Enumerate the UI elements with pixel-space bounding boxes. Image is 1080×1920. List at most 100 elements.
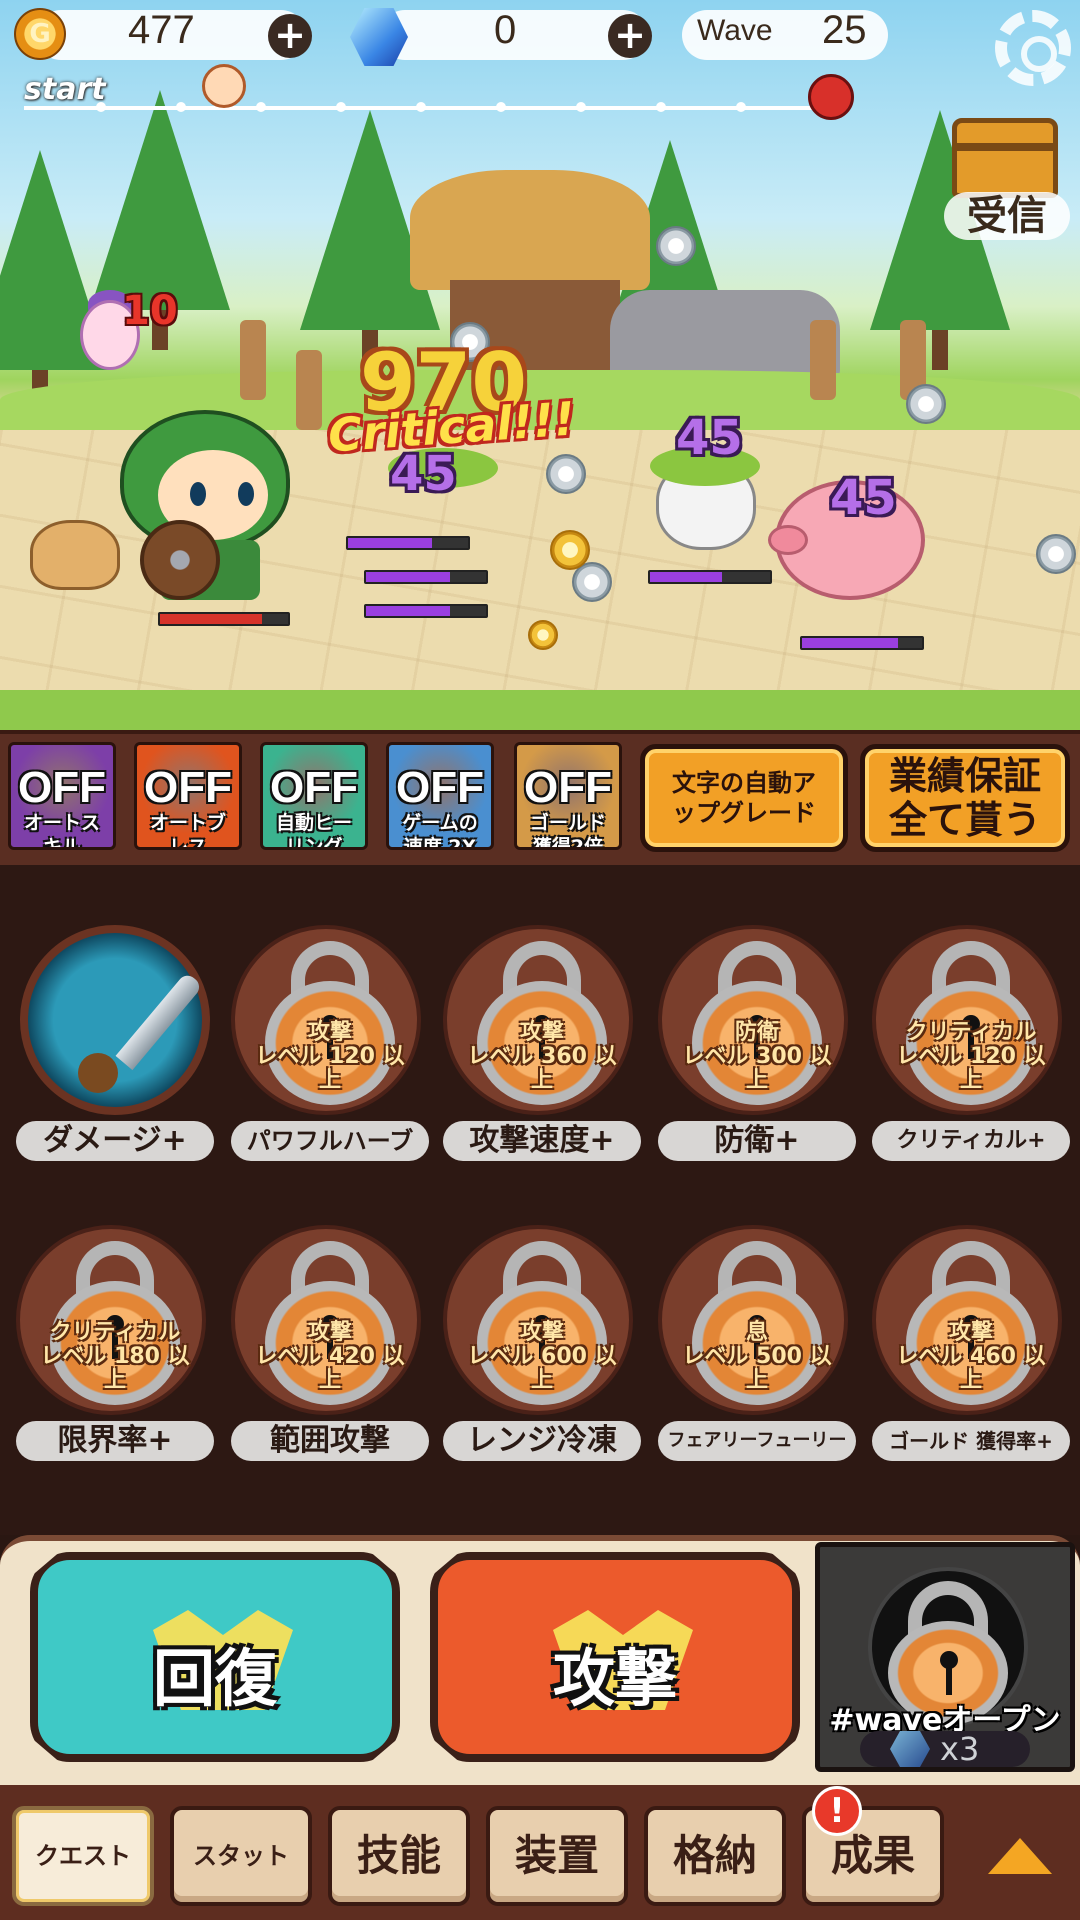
progress-dot bbox=[416, 102, 426, 112]
enemy-hp-bar bbox=[800, 636, 924, 650]
toggle-state: OFF bbox=[144, 763, 232, 812]
hero-shield bbox=[140, 520, 220, 600]
toggle-caption: オートブ レス bbox=[149, 812, 226, 850]
enemy-damage-number: 45 bbox=[676, 410, 743, 466]
auto-toggle-2[interactable]: OFF 自動ヒー リング bbox=[260, 742, 368, 850]
toggle-state: OFF bbox=[18, 763, 106, 812]
skill-label: ゴールド 獲得率+ bbox=[872, 1421, 1070, 1461]
gold-coin bbox=[528, 620, 558, 650]
gold-coin-icon: G bbox=[14, 8, 66, 60]
expand-up-arrow-icon[interactable] bbox=[988, 1838, 1052, 1874]
heal-button[interactable]: 回復 bbox=[30, 1552, 400, 1762]
progress-start-label: start bbox=[24, 72, 106, 107]
nav-tab-2[interactable]: 技能 bbox=[328, 1806, 470, 1906]
enemy-hp-bar bbox=[364, 570, 488, 584]
skill-unlock-requirement: 攻撃 レベル 360 以 上 bbox=[467, 1020, 617, 1093]
enemy-hp-fill bbox=[366, 572, 450, 582]
skill-label: レンジ冷凍 bbox=[443, 1421, 641, 1461]
rocks bbox=[610, 290, 840, 380]
battle-scene: 10 45 45 45 970 Critical!!! G 477 + 0 + … bbox=[0, 0, 1080, 730]
toggle-caption: 自動ヒー リング bbox=[275, 812, 352, 850]
progress-dot bbox=[176, 102, 186, 112]
add-gems-button[interactable]: + bbox=[608, 14, 652, 58]
auto-toggle-1[interactable]: OFF オートブ レス bbox=[134, 742, 242, 850]
auto-upgrade-button[interactable]: 文字の自動ア ップグレード bbox=[640, 744, 848, 852]
nav-tab-4[interactable]: 格納 bbox=[644, 1806, 786, 1906]
skill-label: フェアリーフューリー bbox=[658, 1421, 856, 1461]
auto-toggle-4[interactable]: OFF ゴールド 獲得2倍 bbox=[514, 742, 622, 850]
auto-toggle-0[interactable]: OFF オートス キル bbox=[8, 742, 116, 850]
gold-coin bbox=[550, 530, 590, 570]
toggle-state: OFF bbox=[270, 763, 358, 812]
skill-unlock-requirement: 防衛 レベル 300 以 上 bbox=[682, 1020, 832, 1093]
toggle-caption: ゲームの 速度 2X bbox=[402, 812, 478, 850]
fairy-damage-number: 10 bbox=[122, 288, 178, 334]
enemy-hp-bar bbox=[346, 536, 470, 550]
enemy-hp-fill bbox=[802, 638, 898, 648]
skill-locked-slot[interactable]: 防衛 レベル 300 以 上 bbox=[658, 925, 848, 1115]
enemy-hp-bar bbox=[364, 604, 488, 618]
progress-dot bbox=[496, 102, 506, 112]
nav-tab-1[interactable]: スタット bbox=[170, 1806, 312, 1906]
skill-label: クリティカル+ bbox=[872, 1121, 1070, 1161]
fence-post bbox=[810, 320, 836, 400]
skill-locked-slot[interactable]: 攻撃 レベル 360 以 上 bbox=[443, 925, 633, 1115]
silver-coin bbox=[546, 454, 586, 494]
hero-progress-marker-icon bbox=[202, 64, 246, 108]
hero-hp-bar bbox=[158, 612, 290, 626]
skill-locked-slot[interactable]: クリティカル レベル 120 以 上 bbox=[872, 925, 1062, 1115]
skill-unlock-requirement: 攻撃 レベル 600 以 上 bbox=[467, 1320, 617, 1393]
treasure-chest-icon[interactable] bbox=[952, 118, 1058, 198]
skill-locked-slot[interactable]: クリティカル レベル 180 以 上 bbox=[16, 1225, 206, 1415]
fence-post bbox=[240, 320, 266, 400]
enemy-hp-fill bbox=[650, 572, 722, 582]
progress-dot bbox=[336, 102, 346, 112]
skill-damage-icon[interactable] bbox=[20, 925, 210, 1115]
skill-locked-slot[interactable]: 攻撃 レベル 120 以 上 bbox=[231, 925, 421, 1115]
enemy-hp-fill bbox=[348, 538, 432, 548]
silver-coin bbox=[906, 384, 946, 424]
toggle-state: OFF bbox=[396, 763, 484, 812]
skill-locked-slot[interactable]: 攻撃 レベル 600 以 上 bbox=[443, 1225, 633, 1415]
cat-companion bbox=[30, 520, 120, 590]
progress-dot bbox=[736, 102, 746, 112]
silver-coin bbox=[1036, 534, 1076, 574]
add-gold-button[interactable]: + bbox=[268, 14, 312, 58]
skill-label: 限界率+ bbox=[16, 1421, 214, 1461]
wave-open-button[interactable]: #waveオープン x3 bbox=[815, 1542, 1075, 1772]
tree bbox=[90, 90, 230, 350]
settings-gear-icon[interactable] bbox=[995, 10, 1071, 86]
nav-tab-3[interactable]: 装置 bbox=[486, 1806, 628, 1906]
sword-icon bbox=[115, 971, 204, 1071]
attack-button[interactable]: 攻撃 bbox=[430, 1552, 800, 1762]
auto-toggle-3[interactable]: OFF ゲームの 速度 2X bbox=[386, 742, 494, 850]
skill-locked-slot[interactable]: 攻撃 レベル 460 以 上 bbox=[872, 1225, 1062, 1415]
silver-coin bbox=[656, 226, 696, 266]
nav-tab-0[interactable]: クエスト bbox=[12, 1806, 154, 1906]
attack-button-label: 攻撃 bbox=[552, 1642, 677, 1715]
wave-label: Wave bbox=[697, 14, 773, 47]
skill-label: 攻撃速度+ bbox=[443, 1121, 641, 1161]
toggle-state: OFF bbox=[524, 763, 612, 812]
claim-all-achievements-button[interactable]: 業績保証 全て貰う bbox=[860, 744, 1070, 852]
hero-hp-fill bbox=[160, 614, 263, 624]
wave-number: 25 bbox=[822, 8, 867, 52]
toggle-caption: ゴールド 獲得2倍 bbox=[529, 812, 606, 850]
skill-locked-slot[interactable]: 攻撃 レベル 420 以 上 bbox=[231, 1225, 421, 1415]
skill-locked-slot[interactable]: 息 レベル 500 以 上 bbox=[658, 1225, 848, 1415]
enemy-hp-fill bbox=[366, 606, 450, 616]
progress-dot bbox=[656, 102, 666, 112]
skill-label: パワフルハーブ bbox=[231, 1121, 429, 1161]
skill-unlock-requirement: クリティカル レベル 120 以 上 bbox=[896, 1020, 1046, 1093]
heal-button-label: 回復 bbox=[152, 1642, 277, 1715]
pig-snout bbox=[768, 525, 808, 555]
skill-unlock-requirement: 攻撃 レベル 120 以 上 bbox=[255, 1020, 405, 1093]
fence-post bbox=[296, 350, 322, 430]
wave-gem-cost: x3 bbox=[860, 1731, 1030, 1767]
wave-cost-amount: x3 bbox=[940, 1730, 980, 1768]
reward-receive-button[interactable]: 受信 bbox=[944, 192, 1070, 240]
achievement-alert-badge: ! bbox=[812, 1786, 862, 1836]
sword-hilt bbox=[78, 1053, 118, 1093]
skill-unlock-requirement: 攻撃 レベル 420 以 上 bbox=[255, 1320, 405, 1393]
skill-label: 範囲攻撃 bbox=[231, 1421, 429, 1461]
